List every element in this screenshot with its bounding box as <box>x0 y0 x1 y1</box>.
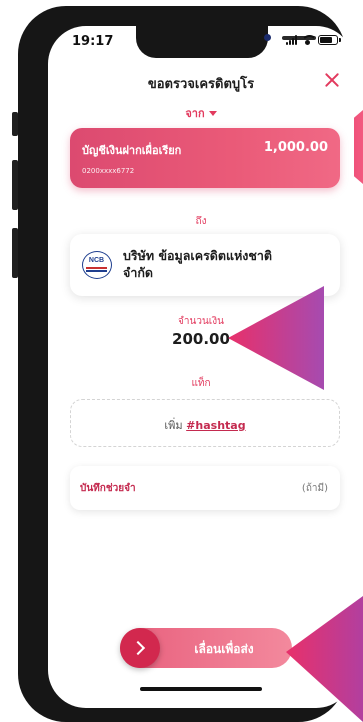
account-number: 0200xxxx6772 <box>82 167 135 175</box>
slide-to-send-button[interactable]: เลื่อนเพื่อส่ง <box>120 628 292 668</box>
memo-field[interactable]: บันทึกช่วยจำ (ถ้ามี) <box>70 466 340 510</box>
hashtag-link[interactable]: #hashtag <box>186 419 245 432</box>
chevron-right-icon[interactable] <box>120 628 160 668</box>
recipient-name: บริษัท ข้อมูลเครดิตแห่งชาติ จำกัด <box>123 248 273 280</box>
memo-placeholder: (ถ้ามี) <box>301 483 328 494</box>
chevron-down-icon <box>208 110 217 116</box>
signal-icon <box>286 35 297 45</box>
ncb-logo-text: NCB <box>88 257 105 264</box>
side-button-volume-up <box>12 160 18 210</box>
close-icon[interactable] <box>322 70 342 90</box>
notch <box>136 26 316 58</box>
account-name: บัญชีเงินฝากเผื่อเรียก <box>82 144 182 157</box>
ncb-logo-icon: NCB <box>82 251 112 279</box>
side-button-mute <box>12 112 18 136</box>
page-title: ขอตรวจเครดิตบูโร <box>147 77 255 92</box>
account-balance: 1,000.00 <box>263 140 328 155</box>
source-label: จาก <box>185 107 205 120</box>
side-button-volume-down <box>12 228 18 278</box>
add-hashtag-button[interactable]: เพิ่ม #hashtag <box>70 399 340 447</box>
add-hashtag-prefix: เพิ่ม <box>164 419 183 432</box>
source-selector[interactable]: จาก <box>48 104 354 122</box>
camera-icon <box>264 34 271 41</box>
battery-icon <box>318 35 341 45</box>
decorative-triangle-bottom <box>286 596 363 722</box>
source-account-card[interactable]: บัญชีเงินฝากเผื่อเรียก 1,000.00 0200xxxx… <box>70 128 340 188</box>
status-time: 19:17 <box>72 34 114 49</box>
status-icons <box>286 35 341 45</box>
decorative-triangle-middle <box>228 286 324 390</box>
home-indicator <box>140 687 262 691</box>
slide-to-send-label: เลื่อนเพื่อส่ง <box>194 642 254 656</box>
wifi-icon <box>301 35 314 45</box>
memo-label: บันทึกช่วยจำ <box>80 483 136 494</box>
destination-label: ถึง <box>195 216 207 227</box>
